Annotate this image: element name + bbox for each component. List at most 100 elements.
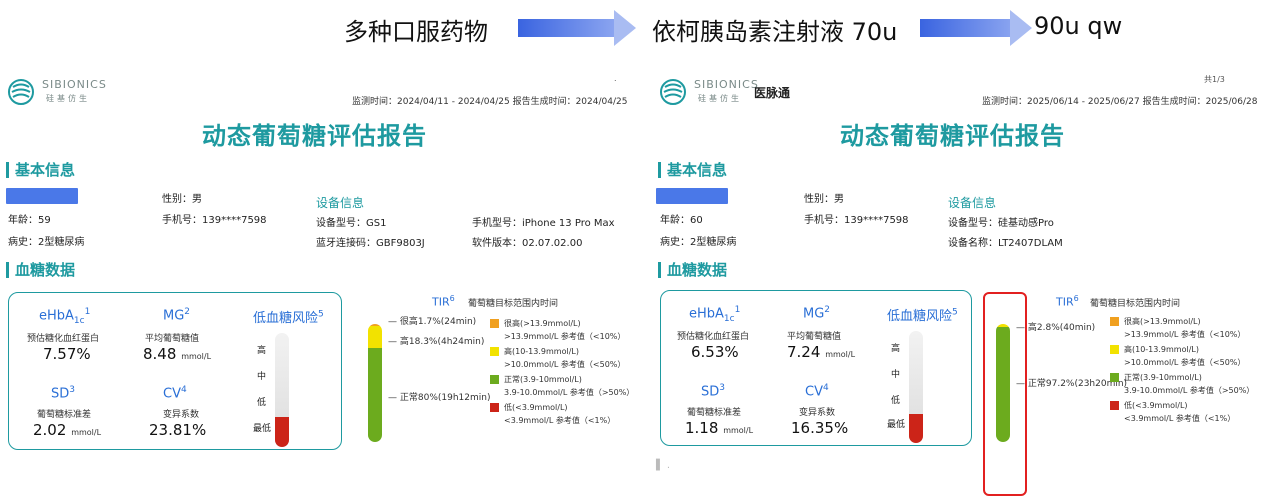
ehba1c-desc: 预估糖化血红蛋白 [27,334,100,344]
legend-label: 高(10-13.9mmol/L) [1124,345,1199,354]
sd-label: SD3 [701,383,725,400]
legend-swatch [1110,373,1119,382]
risk-level-low: 低 [257,398,267,408]
report-title: 动态葡萄糖评估报告 [202,122,427,150]
flow-step-dose: 90u qw [1034,12,1123,40]
device-model: 设备型号：硅基动感Pro [948,218,1054,229]
legend-swatch [1110,317,1119,326]
mg-desc: 平均葡萄糖值 [787,332,842,342]
tir-segment-normal [368,347,382,442]
tir-subtitle: 葡萄糖目标范围内时间 [1090,299,1181,309]
legend-reference: 3.9-10.0mmol/L 参考值（>50%） [504,388,635,397]
legend-reference: <3.9mmol/L 参考值（<1%） [504,416,616,425]
legend-label: 高(10-13.9mmol/L) [504,347,579,356]
legend-swatch [490,347,499,356]
tir-high-label: — 高18.3%(4h24min) [388,337,485,347]
cv-label: CV4 [805,383,829,400]
flow-step-insulin: 依柯胰岛素注射液 70u [652,18,898,46]
legend-swatch [1110,401,1119,410]
section-glucose-data: 血糖数据 [6,262,75,278]
phone: 手机号：139****7598 [162,215,267,226]
page-corner: 共1/3 [1204,75,1225,84]
page-corner: . [614,74,617,83]
metrics-card: eHbA1c1 预估糖化血红蛋白 6.53% MG2 平均葡萄糖值 7.24 m… [660,290,972,446]
risk-level-lowest: 最低 [253,424,272,434]
flow-step-oral-drugs: 多种口服药物 [344,18,488,46]
legend-label: 正常(3.9-10mmol/L) [504,375,582,384]
redacted-name [6,188,78,204]
tir-label: TIR6 [432,294,455,309]
cutoff-heading: ▌ . [656,460,671,471]
cv-value: 16.35% [791,419,849,437]
brand-subtitle: 硅基仿生 [46,94,90,103]
legend-reference: >13.9mmol/L 参考值（<10%） [1124,330,1246,339]
tir-segment-high [368,326,382,348]
brand-name: SIBIONICS [42,78,107,91]
legend-label: 很高(>13.9mmol/L) [504,319,581,328]
risk-level-mid: 中 [891,370,901,380]
risk-level-high: 高 [257,346,267,356]
tir-highlight-box [983,292,1027,496]
section-basic-info: 基本信息 [658,162,727,178]
partner-brand: 医脉通 [754,86,791,100]
device-name: 设备名称：LT2407DLAM [948,238,1063,249]
redacted-name [656,188,728,204]
cv-label: CV4 [163,385,187,402]
ehba1c-desc: 预估糖化血红蛋白 [677,332,750,342]
sd-label: SD3 [51,385,75,402]
legend-reference: >10.0mmol/L 参考值（<50%） [1124,358,1246,367]
ehba1c-label: eHbA1c1 [39,307,91,326]
sd-desc: 葡萄糖标准差 [687,408,742,418]
section-glucose-data: 血糖数据 [658,262,727,278]
legend-swatch [490,375,499,384]
legend-reference: <3.9mmol/L 参考值（<1%） [1124,414,1236,423]
phone: 手机号：139****7598 [804,215,909,226]
tir-label: TIR6 [1056,294,1079,309]
ehba1c-value: 6.53% [691,343,739,361]
mg-value: 8.48 mmol/L [143,345,212,363]
sibionics-logo-icon [8,79,34,105]
age: 年龄：59 [8,215,51,226]
phone-model: 手机型号：iPhone 13 Pro Max [472,218,615,229]
sibionics-logo-icon [660,79,686,105]
legend-label: 低(<3.9mmol/L) [504,403,568,412]
mg-value: 7.24 mmol/L [787,343,856,361]
bluetooth-code: 蓝牙连接码：GBF9803J [316,238,425,249]
tir-very-high-label: — 很高1.7%(24min) [388,317,477,327]
device-info-title: 设备信息 [316,196,365,210]
medical-history: 病史：2型糖尿病 [8,237,85,248]
report-2024: SIBIONICS 硅基仿生 . 监测时间：2024/04/11 - 2024/… [0,72,634,501]
tir-normal-label: — 正常80%(19h12min) [388,393,491,403]
risk-level-mid: 中 [257,372,267,382]
legend-swatch [490,319,499,328]
monitor-period: 监测时间：2025/06/14 - 2025/06/27 报告生成时间：2025… [982,97,1258,107]
risk-level-high: 高 [891,344,901,354]
device-model: 设备型号：GS1 [316,218,387,229]
metrics-card: eHbA1c1 预估糖化血红蛋白 7.57% MG2 平均葡萄糖值 8.48 m… [8,292,342,450]
risk-level-low: 低 [891,396,901,406]
mg-desc: 平均葡萄糖值 [145,334,200,344]
sd-value: 1.18 mmol/L [685,419,754,437]
risk-thermometer [909,331,923,443]
sd-desc: 葡萄糖标准差 [37,410,92,420]
legend-reference: >13.9mmol/L 参考值（<10%） [504,332,626,341]
flow-arrow-icon [920,10,1032,46]
software-version: 软件版本：02.07.02.00 [472,238,583,249]
tir-bar [368,324,382,442]
cv-desc: 变异系数 [163,410,200,420]
flow-arrow-icon [518,10,636,46]
legend-label: 很高(>13.9mmol/L) [1124,317,1201,326]
mg-label: MG2 [163,307,191,324]
ehba1c-label: eHbA1c1 [689,305,741,324]
cv-desc: 变异系数 [799,408,836,418]
legend-swatch [490,403,499,412]
report-2025: SIBIONICS 硅基仿生 医脉通 共1/3 监测时间：2025/06/14 … [652,72,1266,501]
gender: 性别：男 [804,194,844,205]
ehba1c-value: 7.57% [43,345,91,363]
legend-reference: >10.0mmol/L 参考值（<50%） [504,360,626,369]
gender: 性别：男 [162,194,202,205]
risk-level-fill [275,417,289,447]
brand-name: SIBIONICS [694,78,759,91]
legend-label: 低(<3.9mmol/L) [1124,401,1188,410]
section-basic-info: 基本信息 [6,162,75,178]
